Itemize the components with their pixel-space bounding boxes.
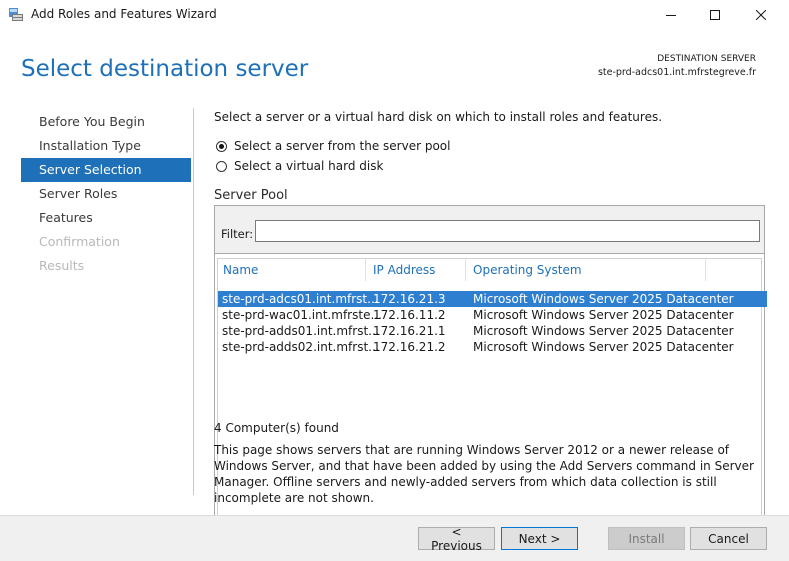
table-row[interactable]: ste-prd-adds02.int.mfrst... 172.16.21.2 … [218,339,767,355]
minimize-button[interactable] [648,0,694,30]
nav-item-installation-type[interactable]: Installation Type [21,134,191,158]
vhd-radio[interactable] [216,160,227,172]
nav-item-features[interactable]: Features [21,206,191,230]
filter-input[interactable] [255,220,760,242]
wizard-header: Select destination server DESTINATION SE… [0,30,789,102]
column-header-name[interactable]: Name [223,263,258,277]
table-row[interactable]: ste-prd-adds01.int.mfrst... 172.16.21.1 … [218,323,767,339]
close-icon [756,10,766,20]
nav-item-server-roles[interactable]: Server Roles [21,182,191,206]
server-os-cell: Microsoft Windows Server 2025 Datacenter [473,340,734,354]
destination-server-label: DESTINATION SERVER [657,54,756,64]
server-pool-radio[interactable] [216,140,227,152]
install-button: Install [608,527,685,550]
previous-button[interactable]: < Previous [418,525,495,553]
table-row[interactable]: ste-prd-wac01.int.mfrste... 172.16.11.2 … [218,307,767,323]
server-pool-title: Server Pool [214,188,288,203]
server-ip-cell: 172.16.11.2 [373,308,446,322]
server-name-cell: ste-prd-adds02.int.mfrst... [222,340,380,354]
next-button[interactable]: Next > [501,527,578,550]
nav-item-confirmation: Confirmation [39,234,120,249]
cancel-button[interactable]: Cancel [690,527,767,550]
close-button[interactable] [738,0,784,30]
server-ip-cell: 172.16.21.3 [373,292,446,306]
vhd-option[interactable]: Select a virtual hard disk [216,158,383,174]
maximize-button[interactable] [692,0,738,30]
nav-item-before-you-begin[interactable]: Before You Begin [21,110,191,134]
server-ip-cell: 172.16.21.2 [373,340,446,354]
server-list-header: Name IP Address Operating System [218,259,761,281]
server-pool-radio-label[interactable]: Select a server from the server pool [234,139,451,153]
server-manager-icon [9,8,23,21]
pool-description: This page shows servers that are running… [214,443,754,505]
filter-bar: Filter: [215,206,764,254]
column-separator[interactable] [705,259,706,281]
column-separator[interactable] [465,259,466,281]
instruction-text: Select a server or a virtual hard disk o… [214,110,663,124]
window-title: Add Roles and Features Wizard [31,7,217,21]
table-row[interactable]: ste-prd-adcs01.int.mfrst... 172.16.21.3 … [218,291,767,307]
column-header-ip[interactable]: IP Address [373,263,435,277]
column-separator[interactable] [365,259,366,281]
server-name-cell: ste-prd-adds01.int.mfrst... [222,324,380,338]
column-header-os[interactable]: Operating System [473,263,582,277]
server-pool-option[interactable]: Select a server from the server pool [216,138,451,154]
filter-label: Filter: [221,227,254,241]
destination-server-value: ste-prd-adcs01.int.mfrstegreve.fr [597,67,756,78]
nav-item-server-selection[interactable]: Server Selection [21,158,191,182]
title-bar: Add Roles and Features Wizard [0,0,789,30]
computers-found-count: 4 Computer(s) found [214,421,339,435]
page-title: Select destination server [21,56,309,82]
server-name-cell: ste-prd-wac01.int.mfrste... [222,308,382,322]
server-os-cell: Microsoft Windows Server 2025 Datacenter [473,292,734,306]
server-os-cell: Microsoft Windows Server 2025 Datacenter [473,324,734,338]
nav-divider [193,108,194,495]
maximize-icon [710,10,720,20]
minimize-icon [666,10,676,20]
vhd-radio-label[interactable]: Select a virtual hard disk [234,159,383,173]
server-os-cell: Microsoft Windows Server 2025 Datacenter [473,308,734,322]
nav-item-results: Results [39,258,85,273]
server-name-cell: ste-prd-adcs01.int.mfrst... [222,292,379,306]
server-ip-cell: 172.16.21.1 [373,324,446,338]
wizard-footer: < Previous Next > Install Cancel [0,515,789,561]
wizard-steps-nav: Before You Begin Installation Type Serve… [21,110,191,278]
